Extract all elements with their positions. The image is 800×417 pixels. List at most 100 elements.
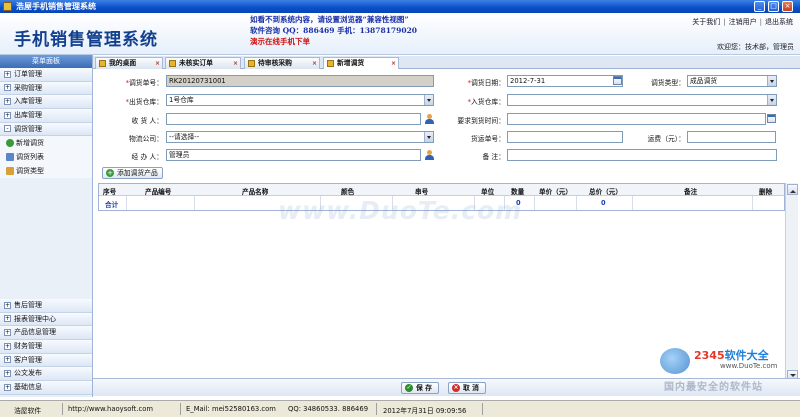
receiver-field[interactable] <box>166 113 421 125</box>
dropdown-arrow-icon <box>424 95 433 105</box>
tab-unverified-orders[interactable]: 未核实订单 × <box>165 57 241 69</box>
status-website: http://www.haoysoft.com <box>68 405 154 413</box>
grid-header: 序号 产品编号 产品名称 颜色 串号 单位 数量 单价（元） 总价（元） 备注 … <box>99 184 784 196</box>
expand-icon: + <box>4 315 11 323</box>
promo-banner: 如看不到系统内容，请设置浏览器“兼容性视图” 软件咨询 QQ：886469 手机… <box>250 14 417 47</box>
arrival-time-field[interactable] <box>507 113 766 125</box>
col-header-unit-price: 单价（元） <box>539 188 572 196</box>
in-warehouse-select[interactable] <box>507 94 777 106</box>
banner-online-order-link[interactable]: 演示在线手机下单 <box>250 36 417 47</box>
handler-field[interactable]: 管理员 <box>166 149 421 161</box>
freight-field[interactable] <box>687 131 776 143</box>
summary-amount: 0 <box>601 199 606 207</box>
date-label: *调货日期： <box>455 77 505 87</box>
sidebar-item-transfer[interactable]: - 调货管理 <box>0 122 92 137</box>
col-header-product-no: 产品编号 <box>145 188 172 196</box>
logout-link[interactable]: 注销用户 <box>726 18 760 26</box>
status-bar: 浩屋软件 http://www.haoysoft.com E_Mail: mei… <box>0 400 800 417</box>
col-header-index: 序号 <box>103 188 117 196</box>
welcome-text: 欢迎您：技术部，管理员 <box>717 43 794 51</box>
sidebar-item-announcements[interactable]: + 公文发布 <box>0 367 92 382</box>
cancel-button[interactable]: × 取 消 <box>448 382 486 394</box>
col-header-delete: 删除 <box>759 188 773 196</box>
tab-close-icon[interactable]: × <box>155 58 160 69</box>
label-text: 调货单号： <box>129 79 163 87</box>
tab-icon <box>169 60 176 67</box>
col-header-unit: 单位 <box>481 188 495 196</box>
col-header-remark: 备注 <box>684 188 698 196</box>
tab-close-icon[interactable]: × <box>233 58 238 69</box>
collapse-icon: - <box>4 125 11 133</box>
label-text: 出货仓库： <box>129 98 163 106</box>
tab-label: 未核实订单 <box>179 59 213 67</box>
watermark: www.DuoTe.com <box>278 196 523 225</box>
sidebar-item-products[interactable]: + 产品信息管理 <box>0 326 92 341</box>
sidebar-subitem-transfer-type[interactable]: 调货类型 <box>0 164 92 179</box>
person-picker-icon[interactable] <box>425 114 434 124</box>
person-picker-icon[interactable] <box>425 150 434 160</box>
sidebar-item-stock-out[interactable]: + 出库管理 <box>0 109 92 123</box>
about-link[interactable]: 关于我们 <box>689 18 723 26</box>
add-product-button[interactable]: + 添加调货产品 <box>102 167 163 179</box>
col-header-imei: 串号 <box>415 188 429 196</box>
out-warehouse-select[interactable]: 1号仓库 <box>166 94 434 106</box>
banner-compat-note: 如看不到系统内容，请设置浏览器“兼容性视图” <box>250 15 409 24</box>
sidebar-item-after-sales[interactable]: + 售后管理 <box>0 299 92 313</box>
sidebar-subitem-new-transfer[interactable]: 新增调货 <box>0 136 92 151</box>
remark-field[interactable] <box>507 149 777 161</box>
maximize-button[interactable]: □ <box>768 1 779 12</box>
date-value: 2012-7-31 <box>510 77 546 85</box>
close-window-button[interactable]: × <box>782 1 793 12</box>
col-header-qty: 数量 <box>511 188 525 196</box>
sidebar-item-label: 报表管理中心 <box>14 314 56 323</box>
tab-new-transfer[interactable]: 新增调货 × <box>323 57 399 69</box>
tab-close-icon[interactable]: × <box>391 58 396 69</box>
type-value: 成品调货 <box>690 77 718 85</box>
shipping-no-field[interactable] <box>507 131 623 143</box>
calendar-icon[interactable] <box>767 114 776 123</box>
expand-icon: + <box>4 383 11 391</box>
list-icon <box>6 153 14 162</box>
expand-icon: + <box>4 342 11 350</box>
logistics-value: --请选择-- <box>169 133 200 141</box>
calendar-icon[interactable] <box>613 76 622 85</box>
order-no-field[interactable]: RK20120731001 <box>166 75 434 87</box>
tab-pending-purchase[interactable]: 待审核采购 × <box>244 57 320 69</box>
sidebar-item-stock-in[interactable]: + 入库管理 <box>0 95 92 110</box>
minimize-button[interactable]: _ <box>754 1 765 12</box>
check-icon: ✓ <box>405 384 413 392</box>
tab-my-desktop[interactable]: 我的桌面 × <box>95 57 163 69</box>
logo-text: 软件大全 <box>724 349 769 362</box>
dropdown-arrow-icon <box>424 132 433 142</box>
tab-bar: 我的桌面 × 未核实订单 × 待审核采购 × 新增调货 × <box>93 56 800 69</box>
col-header-total-price: 总价（元） <box>589 188 622 196</box>
sidebar-item-finance[interactable]: + 财务管理 <box>0 340 92 354</box>
logo-slogan: 国内最安全的软件站 <box>664 382 763 393</box>
top-links: 关于我们 | 注销用户 | 退出系统 <box>689 17 796 27</box>
folder-icon <box>6 167 14 176</box>
type-select[interactable]: 成品调货 <box>687 75 777 87</box>
exit-link[interactable]: 退出系统 <box>762 18 796 26</box>
in-warehouse-label: *入货仓库： <box>455 96 505 106</box>
logistics-select[interactable]: --请选择-- <box>166 131 434 143</box>
out-warehouse-value: 1号仓库 <box>169 96 194 104</box>
tab-label: 新增调货 <box>337 59 365 67</box>
expand-icon: + <box>4 356 11 364</box>
expand-icon: + <box>4 111 11 119</box>
sidebar-item-basic-info[interactable]: + 基础信息 <box>0 381 92 395</box>
sidebar-item-label: 客户管理 <box>14 355 42 364</box>
logo-url: www.DuoTe.com <box>720 362 778 370</box>
sidebar-item-customers[interactable]: + 客户管理 <box>0 353 92 368</box>
save-button[interactable]: ✓ 保 存 <box>401 382 439 394</box>
sidebar-item-orders[interactable]: + 订单管理 <box>0 68 92 82</box>
label-text: 入货仓库： <box>471 98 505 106</box>
scroll-up-arrow-icon[interactable] <box>787 184 798 195</box>
sidebar-item-purchase[interactable]: + 采购管理 <box>0 81 92 96</box>
date-field[interactable]: 2012-7-31 <box>507 75 623 87</box>
expand-icon: + <box>4 328 11 336</box>
handler-label: 经 办 人： <box>131 153 163 161</box>
sidebar-subitem-transfer-list[interactable]: 调货列表 <box>0 150 92 165</box>
tab-close-icon[interactable]: × <box>312 58 317 69</box>
expand-icon: + <box>4 70 11 78</box>
sidebar-item-reports[interactable]: + 报表管理中心 <box>0 312 92 327</box>
